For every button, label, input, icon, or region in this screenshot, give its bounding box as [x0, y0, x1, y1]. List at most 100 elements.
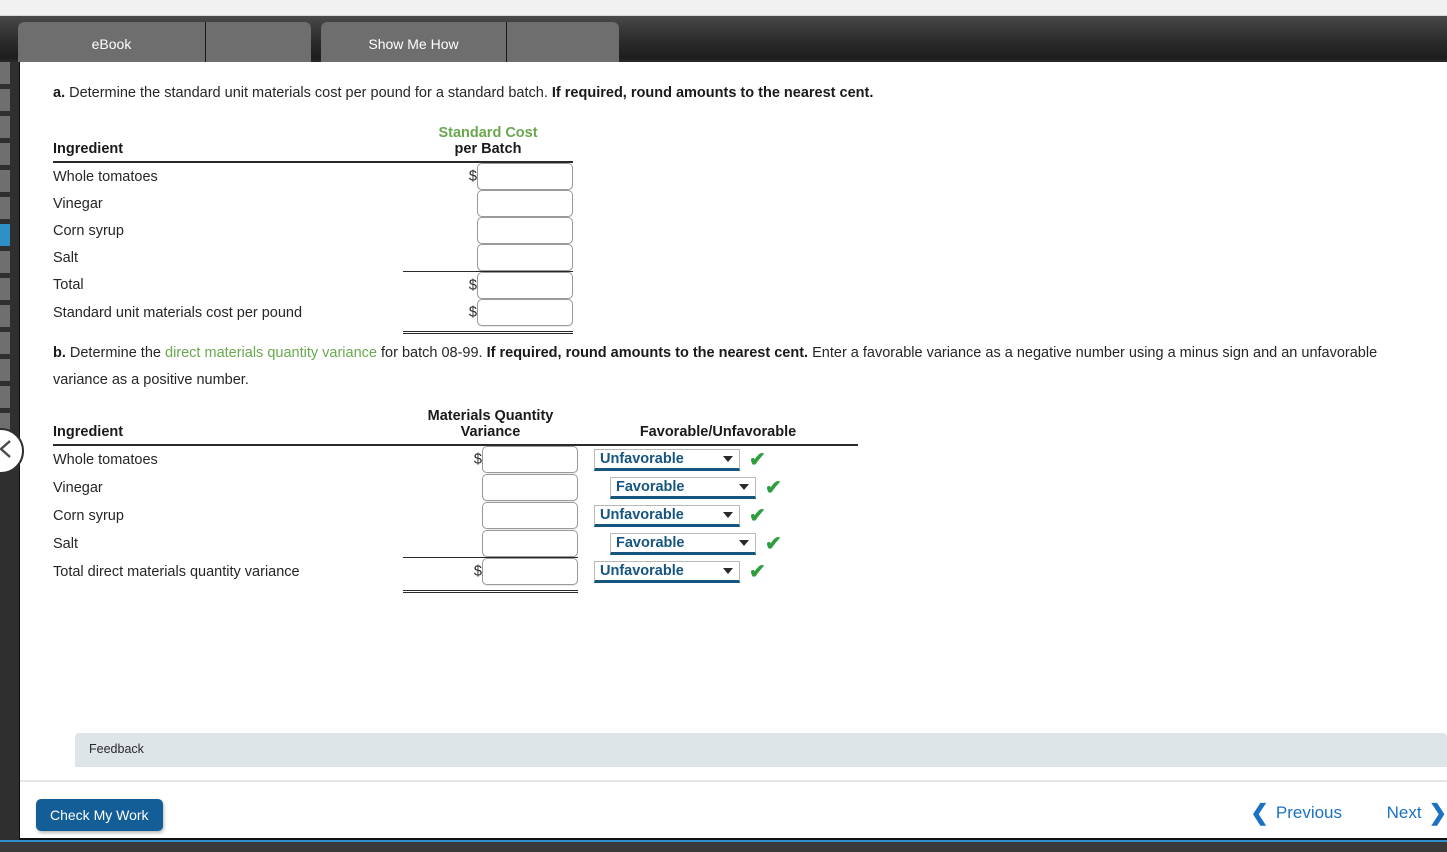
favorability-select-group: Unfavorable ✔	[578, 502, 858, 530]
rail-tick[interactable]	[0, 62, 10, 84]
table-b-header-top: Materials Quantity	[53, 408, 858, 424]
table-b-row-label: Salt	[53, 535, 78, 552]
rail-tick-active[interactable]	[0, 224, 10, 246]
select-favorability-value: Favorable	[616, 478, 685, 495]
tab-show-me-how-label: Show Me How	[368, 36, 459, 52]
question-b-body-2: for batch 08-99.	[381, 344, 483, 361]
select-favorability-corn-syrup[interactable]: Unfavorable	[594, 504, 740, 527]
tab-show-me-how-extra[interactable]	[507, 22, 619, 66]
table-b-row-label: Corn syrup	[53, 507, 124, 524]
table-a-row-value	[403, 244, 573, 272]
table-b-bottom-rule	[53, 585, 858, 593]
bottom-toolbar: Check My Work ❮ Previous Next ❯	[20, 780, 1447, 840]
rail-tick[interactable]	[0, 332, 10, 354]
table-b-row-label: Vinegar	[53, 479, 103, 496]
table-b-row-value: $	[403, 445, 578, 474]
rail-tick[interactable]	[0, 197, 10, 219]
table-a-header-bottom: Ingredient per Batch	[53, 141, 573, 163]
table-a-row-label: Vinegar	[53, 195, 103, 212]
input-standard-cost-total[interactable]	[477, 272, 573, 299]
select-favorability-salt[interactable]: Favorable	[610, 532, 756, 555]
table-row: Whole tomatoes $	[53, 162, 573, 190]
table-row-total: Total $	[53, 271, 573, 299]
direct-materials-quantity-variance-link[interactable]: direct materials quantity variance	[165, 345, 377, 361]
table-row-total: Total direct materials quantity variance…	[53, 557, 858, 586]
table-a-row-label: Salt	[53, 249, 78, 266]
select-favorability-value: Unfavorable	[600, 450, 684, 467]
favorability-select-group: Favorable ✔	[578, 474, 858, 502]
input-variance-corn-syrup[interactable]	[482, 502, 578, 529]
favorability-select-group: Unfavorable ✔	[578, 558, 858, 586]
select-favorability-value: Favorable	[616, 534, 685, 551]
previous-label: Previous	[1275, 803, 1342, 822]
question-a-body: Determine the standard unit materials co…	[69, 85, 548, 101]
input-standard-cost-vinegar[interactable]	[477, 190, 573, 217]
table-row: Vinegar Favorable ✔	[53, 474, 858, 502]
previous-button[interactable]: ❮ Previous	[1250, 802, 1342, 824]
input-standard-unit-materials-cost-per-pound[interactable]	[477, 299, 573, 326]
rail-tick[interactable]	[0, 359, 10, 381]
chevron-down-icon	[723, 567, 733, 574]
rail-tick[interactable]	[0, 251, 10, 273]
tab-ebook-extra[interactable]	[206, 22, 311, 66]
input-standard-cost-whole-tomatoes[interactable]	[477, 163, 573, 190]
select-favorability-total[interactable]: Unfavorable	[594, 560, 740, 583]
table-b-row-value	[403, 502, 578, 530]
app-screen: eBook Show Me How a. Determine the stand…	[0, 0, 1447, 852]
chevron-left-icon	[0, 438, 14, 465]
question-b-body-1: Determine the	[69, 344, 161, 361]
check-icon: ✔	[765, 532, 782, 555]
rail-tick[interactable]	[0, 170, 10, 192]
table-a-header-standard-cost: Standard Cost	[438, 125, 538, 141]
rail-tick[interactable]	[0, 89, 10, 111]
page-bottom-bar	[0, 840, 1447, 852]
table-b-row-select-cell: Favorable ✔	[578, 474, 858, 502]
standard-cost-table: Standard Cost Ingredient per Batch Whole…	[53, 125, 573, 334]
tab-show-me-how[interactable]: Show Me How	[321, 22, 507, 66]
input-standard-cost-salt[interactable]	[477, 244, 573, 271]
tab-group-show-me-how: Show Me How	[321, 22, 619, 66]
check-my-work-button[interactable]: Check My Work	[36, 799, 163, 831]
table-a-row-label: Whole tomatoes	[53, 168, 158, 185]
tab-ebook[interactable]: eBook	[18, 22, 206, 66]
table-b-row-label: Total direct materials quantity variance	[53, 563, 300, 580]
table-a-row-label: Total	[53, 277, 84, 294]
next-button[interactable]: Next ❯	[1387, 802, 1447, 824]
feedback-panel[interactable]: Feedback	[75, 733, 1447, 767]
materials-quantity-variance-table: Materials Quantity Ingredient Variance F…	[53, 408, 858, 593]
input-variance-whole-tomatoes[interactable]	[482, 446, 578, 473]
question-a-letter: a.	[53, 85, 66, 101]
table-a-bottom-rule	[53, 326, 573, 334]
chevron-down-icon	[723, 455, 733, 462]
table-b-header-variance: Variance	[403, 423, 578, 446]
table-b-row-select-cell: Favorable ✔	[578, 530, 858, 558]
table-a-row-value: $	[403, 271, 573, 299]
table-row: Salt	[53, 244, 573, 272]
input-variance-vinegar[interactable]	[482, 474, 578, 501]
table-b-header-bottom: Ingredient Variance Favorable/Unfavorabl…	[53, 423, 858, 446]
select-favorability-whole-tomatoes[interactable]: Unfavorable	[594, 448, 740, 471]
table-b-header-favorable-unfavorable: Favorable/Unfavorable	[578, 423, 858, 446]
table-b-row-value: $	[403, 557, 578, 586]
question-b-text: b. Determine the direct materials quantit…	[53, 340, 1423, 394]
input-standard-cost-corn-syrup[interactable]	[477, 217, 573, 244]
dollar-sign: $	[473, 563, 482, 580]
rail-tick[interactable]	[0, 305, 10, 327]
rail-tick[interactable]	[0, 386, 10, 408]
rail-tick[interactable]	[0, 143, 10, 165]
chevron-down-icon	[739, 539, 749, 546]
table-a-header-top: Standard Cost	[53, 125, 573, 141]
table-a-row-value: $	[403, 299, 573, 326]
rail-tick[interactable]	[0, 278, 10, 300]
question-a-text: a. Determine the standard unit materials …	[53, 80, 1447, 107]
dollar-sign: $	[468, 277, 477, 294]
dollar-sign: $	[473, 451, 482, 468]
select-favorability-vinegar[interactable]: Favorable	[610, 476, 756, 499]
input-variance-salt[interactable]	[482, 529, 578, 557]
tab-group-ebook: eBook	[18, 22, 311, 66]
rail-tick[interactable]	[0, 116, 10, 138]
table-b-row-select-cell: Unfavorable ✔	[578, 558, 858, 586]
tab-bar: eBook Show Me How	[0, 16, 1447, 66]
table-a-row-value: $	[403, 162, 573, 190]
input-variance-total[interactable]	[482, 558, 578, 586]
